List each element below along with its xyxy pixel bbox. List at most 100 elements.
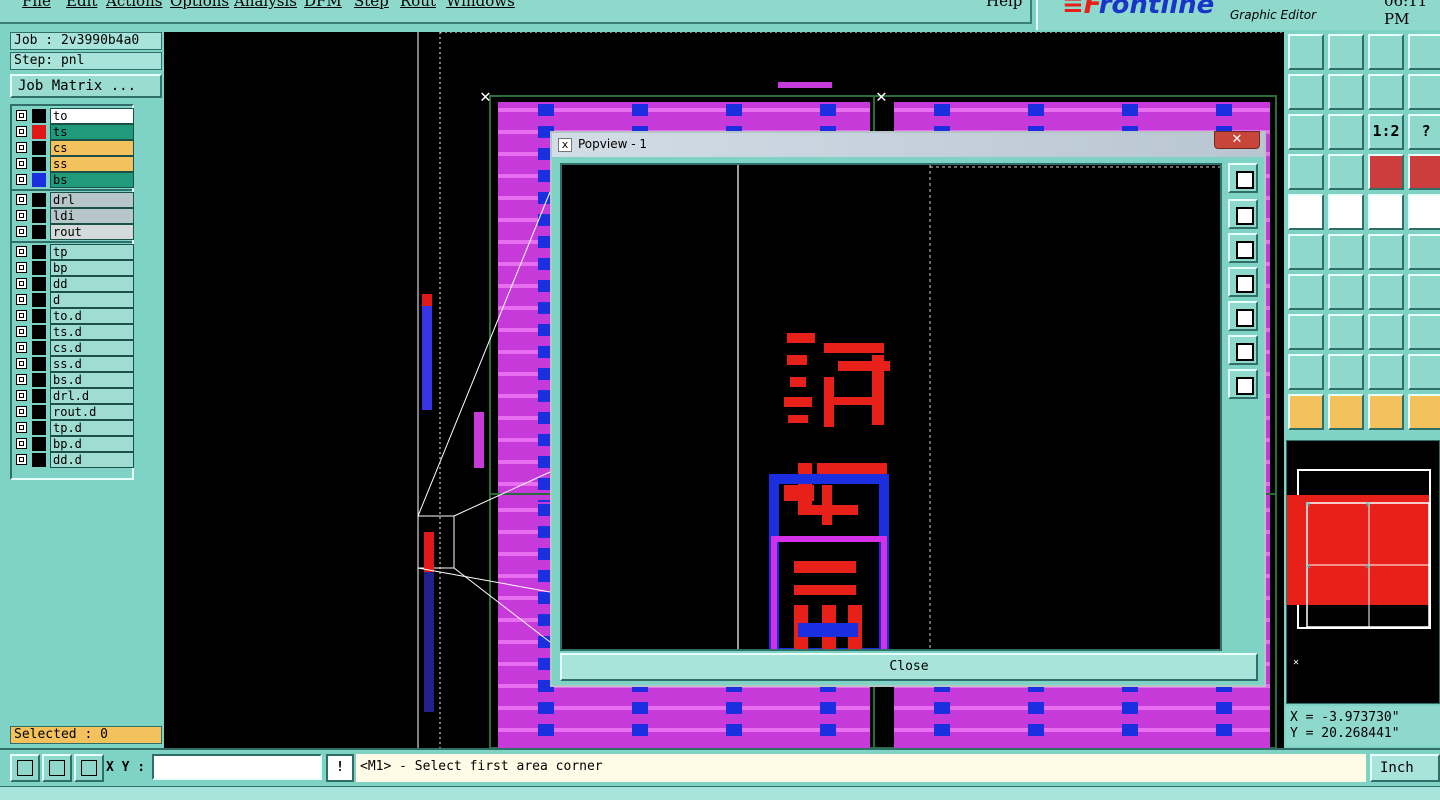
layer-checkbox[interactable] [16, 142, 27, 153]
redraw-icon[interactable] [1368, 74, 1404, 110]
move-icon[interactable] [1368, 234, 1404, 270]
menu-options[interactable]: Options [170, 0, 229, 10]
add-pad-icon[interactable] [1288, 194, 1324, 230]
menu-help[interactable]: Help [986, 0, 1022, 10]
select-feature-2-icon[interactable] [1408, 154, 1440, 190]
layer-checkbox[interactable] [16, 246, 27, 257]
layer-checkbox[interactable] [16, 422, 27, 433]
layer-checkbox[interactable] [16, 358, 27, 369]
layer-row-rout[interactable]: rout [14, 224, 134, 240]
layer-checkbox[interactable] [16, 342, 27, 353]
triangle-icon[interactable] [1288, 354, 1324, 390]
layer-checkbox[interactable] [16, 110, 27, 121]
grid-icon[interactable] [1328, 154, 1364, 190]
layer-checkbox[interactable] [16, 226, 27, 237]
layer-row-cs[interactable]: cs [14, 140, 134, 156]
zoom-fit-icon[interactable] [1288, 114, 1324, 150]
popview-viewport[interactable] [560, 163, 1222, 651]
layer-row-ts-d[interactable]: ts.d [14, 324, 134, 340]
layer-row-bs-d[interactable]: bs.d [14, 372, 134, 388]
pointer-icon[interactable] [1288, 394, 1324, 430]
grid-view-icon[interactable] [1408, 34, 1440, 70]
layer-row-cs-d[interactable]: cs.d [14, 340, 134, 356]
horizontal-icon[interactable] [1328, 314, 1364, 350]
layer-row-drl-d[interactable]: drl.d [14, 388, 134, 404]
layer-checkbox[interactable] [16, 210, 27, 221]
menu-step[interactable]: Step [354, 0, 389, 10]
pv-pan-left-icon[interactable] [1228, 267, 1258, 297]
pv-pan-right-icon[interactable] [1228, 301, 1258, 331]
pan-left-icon[interactable] [1288, 74, 1324, 110]
snap-point-icon[interactable] [1288, 314, 1324, 350]
layer-row-to[interactable]: to [14, 108, 134, 124]
ruler-icon[interactable] [1368, 194, 1404, 230]
menu-rout[interactable]: Rout [400, 0, 436, 10]
pan-right-icon[interactable] [1328, 74, 1364, 110]
pan-down-icon[interactable] [1328, 34, 1364, 70]
ratio-icon[interactable]: 1:2 [1368, 114, 1404, 150]
mirror-icon[interactable] [1408, 274, 1440, 310]
pv-zoom-out-icon[interactable] [1228, 369, 1258, 399]
zoom-area-icon[interactable] [10, 754, 40, 782]
layer-checkbox[interactable] [16, 294, 27, 305]
layer-row-ts[interactable]: ts [14, 124, 134, 140]
snap-mode-icon[interactable] [1408, 74, 1440, 110]
layer-checkbox[interactable] [16, 262, 27, 273]
pv-zoom-fit-icon[interactable] [1228, 163, 1258, 193]
layer-row-bs[interactable]: bs [14, 172, 134, 188]
zoom-center-icon[interactable] [1328, 114, 1364, 150]
home-icon[interactable] [1368, 34, 1404, 70]
layer-row-d[interactable]: d [14, 292, 134, 308]
pv-zoom-in-icon[interactable] [1228, 335, 1258, 365]
layer-checkbox[interactable] [16, 174, 27, 185]
snap-icon[interactable] [42, 754, 72, 782]
add-line-icon[interactable] [1328, 194, 1364, 230]
layer-row-ss[interactable]: ss [14, 156, 134, 172]
layer-row-dd-d[interactable]: dd.d [14, 452, 134, 468]
help-icon[interactable]: ? [1408, 114, 1440, 150]
layer-row-dd[interactable]: dd [14, 276, 134, 292]
layer-row-bp[interactable]: bp [14, 260, 134, 276]
layer-checkbox[interactable] [16, 310, 27, 321]
layer-row-tp-d[interactable]: tp.d [14, 420, 134, 436]
grid-icon[interactable] [74, 754, 104, 782]
menu-edit[interactable]: Edit [66, 0, 97, 10]
layer-checkbox[interactable] [16, 158, 27, 169]
layer-checkbox[interactable] [16, 374, 27, 385]
layer-checkbox[interactable] [16, 390, 27, 401]
slope-icon[interactable] [1288, 274, 1324, 310]
resize-icon[interactable] [1368, 314, 1404, 350]
layer-row-rout-d[interactable]: rout.d [14, 404, 134, 420]
layer-row-to-d[interactable]: to.d [14, 308, 134, 324]
pads-icon[interactable] [1408, 314, 1440, 350]
triangle-4-icon[interactable] [1408, 354, 1440, 390]
layer-checkbox[interactable] [16, 326, 27, 337]
menu-analysis[interactable]: Analysis [234, 0, 297, 10]
copy-icon[interactable] [1408, 234, 1440, 270]
select-area-icon[interactable] [1368, 394, 1404, 430]
select-arrow-icon[interactable] [1328, 394, 1364, 430]
layer-row-bp-d[interactable]: bp.d [14, 436, 134, 452]
layer-checkbox[interactable] [16, 438, 27, 449]
add-circle-icon[interactable] [1408, 194, 1440, 230]
layer-row-ldi[interactable]: ldi [14, 208, 134, 224]
layer-checkbox[interactable] [16, 406, 27, 417]
overview-map[interactable]: ✕ ✕ ✕ ✕ ✕ [1286, 440, 1440, 704]
menu-dfm[interactable]: DFM [304, 0, 342, 10]
connect-icon[interactable] [1288, 234, 1324, 270]
triangle-2-icon[interactable] [1328, 354, 1364, 390]
layer-row-ss-d[interactable]: ss.d [14, 356, 134, 372]
measure-icon[interactable] [1288, 154, 1324, 190]
menu-file[interactable]: File [22, 0, 51, 10]
layer-checkbox[interactable] [16, 454, 27, 465]
close-icon[interactable]: ✕ [1214, 131, 1260, 149]
pv-pan-down-icon[interactable] [1228, 233, 1258, 263]
exclamation-button[interactable]: ! [326, 754, 354, 782]
popview-close-button[interactable]: Close [560, 653, 1258, 681]
menu-actions[interactable]: Actions [106, 0, 162, 10]
menu-windows[interactable]: Windows [446, 0, 515, 10]
xy-input[interactable] [152, 754, 322, 780]
job-matrix-button[interactable]: Job Matrix ... [10, 74, 162, 98]
layer-row-drl[interactable]: drl [14, 192, 134, 208]
popview-titlebar[interactable]: x Popview - 1 ✕ [552, 131, 1264, 157]
